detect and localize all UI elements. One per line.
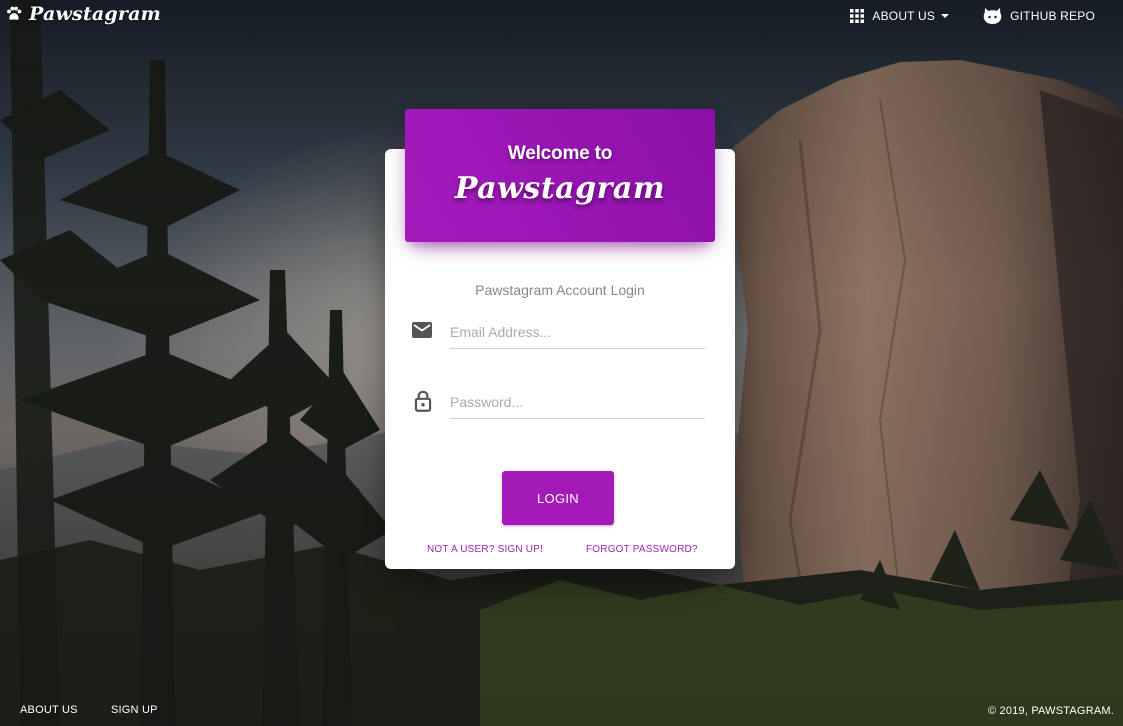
github-repo-link[interactable]: GITHUB REPO	[977, 5, 1101, 27]
email-field-group	[410, 316, 706, 352]
brand-link[interactable]: Pawstagram	[4, 3, 161, 25]
email-input[interactable]	[450, 316, 705, 349]
brand-name: Pawstagram	[29, 3, 161, 25]
about-us-label: ABOUT US	[872, 9, 936, 23]
navbar-right: ABOUT US GITHUB REPO	[844, 5, 1101, 27]
login-title: Pawstagram Account Login	[475, 282, 645, 298]
apps-grid-icon	[850, 9, 865, 23]
github-icon	[983, 7, 1002, 25]
navbar: Pawstagram ABOUT US GITHUB REPO	[0, 0, 1123, 32]
about-us-dropdown[interactable]: ABOUT US	[844, 7, 955, 25]
header-brand-name: Pawstagram	[454, 171, 666, 206]
card-header: Welcome to Pawstagram	[405, 109, 715, 242]
password-field-group	[410, 386, 706, 422]
signup-link[interactable]: NOT A USER? SIGN UP!	[427, 544, 543, 555]
footer-about-us-link[interactable]: ABOUT US	[20, 704, 78, 716]
password-input[interactable]	[450, 386, 705, 419]
lock-icon	[410, 388, 436, 419]
copyright-text: © 2019, PAWSTAGRAM.	[987, 705, 1114, 717]
login-button[interactable]: LOGIN	[502, 471, 614, 525]
footer-sign-up-link[interactable]: SIGN UP	[111, 704, 158, 716]
chevron-down-icon	[941, 14, 950, 18]
welcome-text: Welcome to	[507, 143, 613, 164]
github-repo-label: GITHUB REPO	[1010, 9, 1095, 23]
email-icon	[410, 318, 434, 347]
forgot-password-link[interactable]: FORGOT PASSWORD?	[586, 544, 698, 555]
paw-icon	[4, 4, 24, 24]
